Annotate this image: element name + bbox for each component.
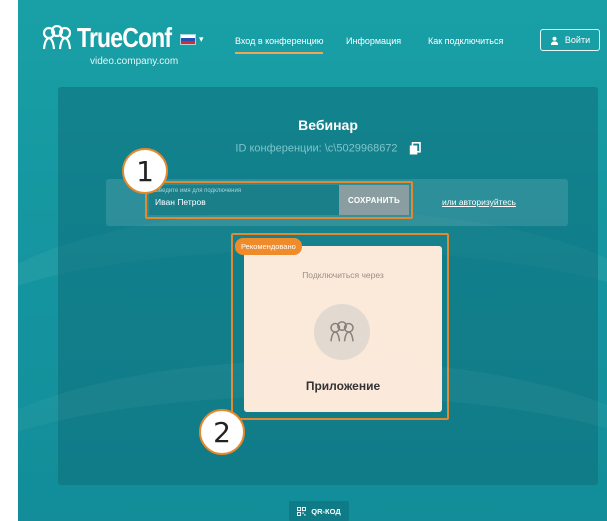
login-link[interactable]: или авторизуйтесь <box>442 197 516 207</box>
russian-flag-icon <box>180 34 196 45</box>
trueconf-logo-icon <box>42 25 72 50</box>
login-button[interactable]: Войти <box>540 29 600 51</box>
trueconf-app-icon <box>330 321 354 342</box>
conference-id-text: ID конференции: \c\5029968672 <box>235 142 398 155</box>
name-input-label: Введите имя для подключения <box>155 188 242 194</box>
qr-code-button[interactable]: QR-КОД <box>289 501 349 521</box>
conference-title: Вебинар <box>298 117 358 133</box>
recommended-badge: Рекомендовано <box>235 238 302 255</box>
app-card-subtitle: Подключиться через <box>302 270 384 280</box>
page-frame: TrueConf video.company.com ▾ Вход в конф… <box>18 0 607 521</box>
conference-panel: Вебинар ID конференции: \c\5029968672 Вв… <box>58 87 598 485</box>
logo-text: TrueConf <box>77 22 172 53</box>
copy-icon[interactable] <box>409 142 421 155</box>
language-selector[interactable]: ▾ <box>180 34 204 45</box>
nav-active-indicator <box>235 52 323 54</box>
nav-join-conference[interactable]: Вход в конференцию <box>235 36 323 46</box>
nav-information[interactable]: Информация <box>346 36 401 46</box>
app-card-title: Приложение <box>305 379 381 393</box>
server-domain: video.company.com <box>90 56 179 67</box>
name-input-value: Иван Петров <box>155 197 206 207</box>
callout-number-2: 2 <box>199 409 245 455</box>
nav-how-to-connect[interactable]: Как подключиться <box>428 36 503 46</box>
chevron-down-icon: ▾ <box>199 34 204 44</box>
callout-number-1: 1 <box>122 148 168 194</box>
save-button[interactable]: СОХРАНИТЬ <box>339 185 409 215</box>
qr-code-label: QR-КОД <box>311 506 341 516</box>
name-input[interactable]: Введите имя для подключения Иван Петров <box>149 185 339 215</box>
user-icon <box>550 36 559 45</box>
trueconf-logo[interactable]: TrueConf <box>40 22 192 54</box>
qr-code-icon <box>297 506 307 516</box>
app-icon-circle <box>314 304 370 360</box>
login-label: Войти <box>564 35 591 45</box>
